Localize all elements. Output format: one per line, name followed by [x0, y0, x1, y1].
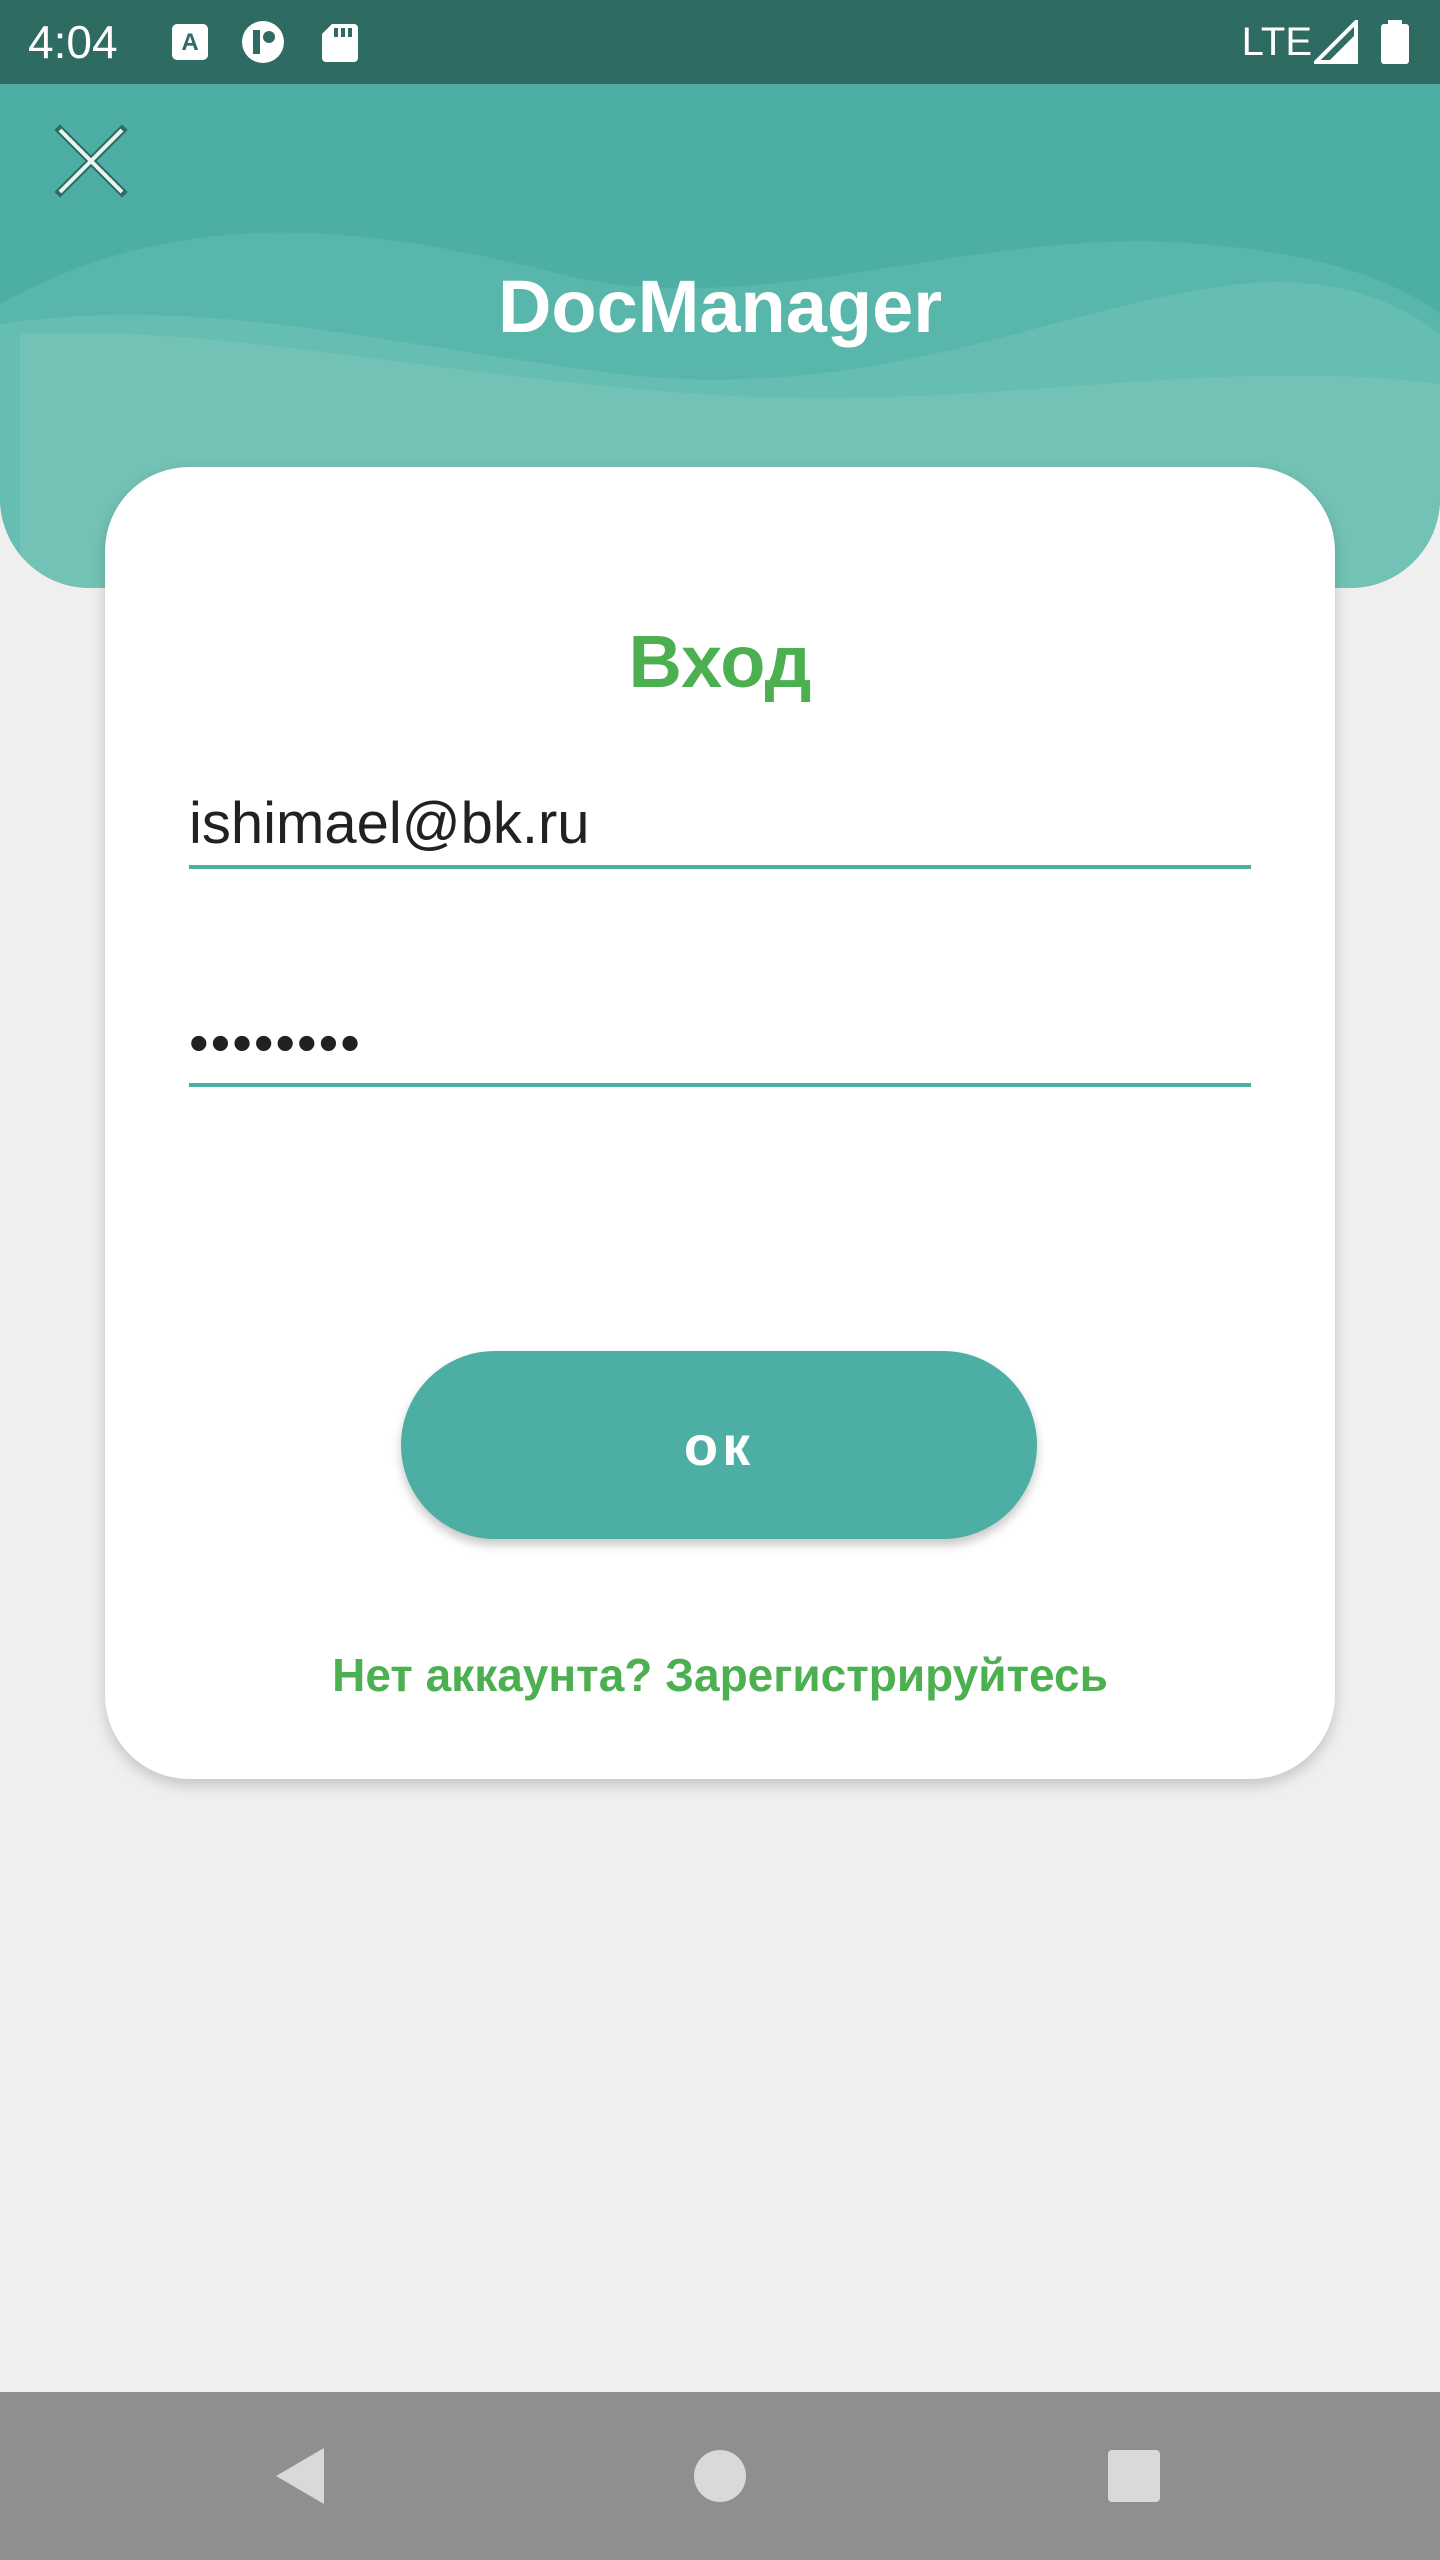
close-button[interactable]	[48, 118, 134, 204]
home-icon	[694, 2450, 746, 2502]
network-type: LTE	[1241, 20, 1312, 64]
ok-button[interactable]: ок	[401, 1351, 1037, 1539]
sd-card-icon	[318, 20, 362, 64]
signal-icon	[1311, 17, 1358, 64]
recents-icon	[1108, 2450, 1160, 2502]
register-link[interactable]: Нет аккаунта? Зарегистрируйтесь	[105, 1645, 1335, 1705]
keyboard-a-icon: A	[168, 20, 212, 64]
password-input[interactable]	[189, 1010, 1251, 1075]
navigation-bar	[0, 2392, 1440, 2560]
back-button[interactable]	[262, 2436, 342, 2516]
status-bar: 4:04 A LTE	[0, 0, 1440, 84]
close-icon	[54, 124, 128, 198]
login-card: Вход ок Нет аккаунта? Зарегистрируйтесь	[105, 467, 1335, 1779]
battery-icon	[1378, 20, 1412, 64]
svg-text:A: A	[181, 29, 198, 56]
cloud-app-icon	[238, 20, 288, 64]
email-input[interactable]	[189, 790, 1251, 857]
app-title: DocManager	[497, 265, 943, 348]
recents-button[interactable]	[1094, 2436, 1174, 2516]
back-icon	[276, 2448, 324, 2504]
password-field	[189, 993, 1251, 1087]
home-button[interactable]	[680, 2436, 760, 2516]
status-time: 4:04	[28, 16, 118, 68]
login-title: Вход	[628, 620, 812, 703]
email-field	[189, 775, 1251, 869]
